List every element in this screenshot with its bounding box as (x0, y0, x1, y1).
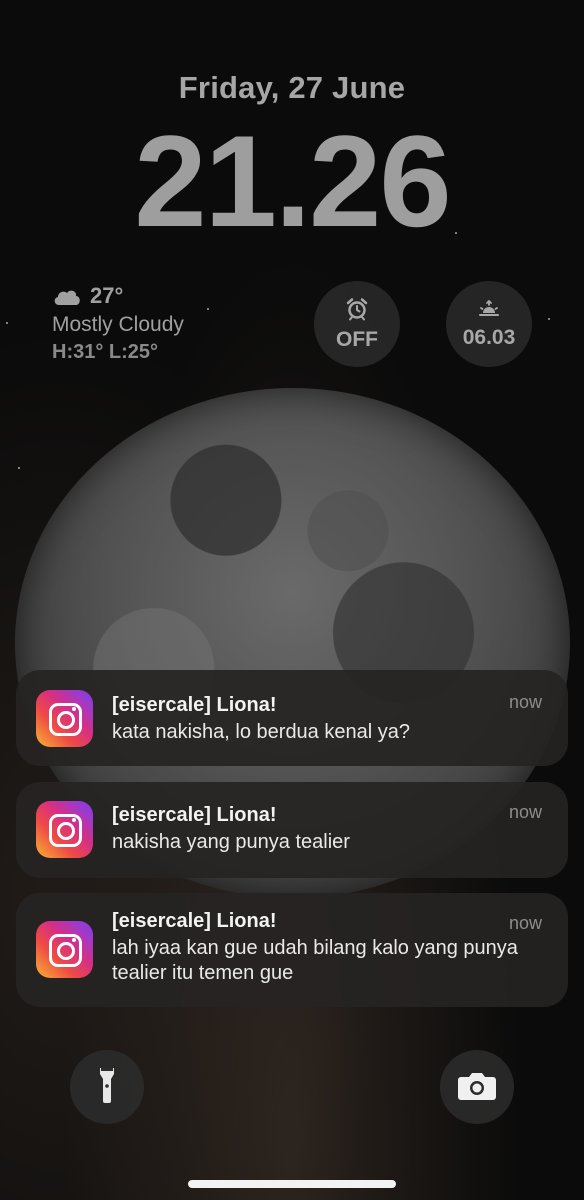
notification-title: [eisercale] Liona! (112, 694, 277, 716)
notification-card[interactable]: [eisercale] Liona! kata nakisha, lo berd… (16, 670, 568, 766)
notification-title: [eisercale] Liona! (112, 804, 277, 826)
notification-time: now (508, 913, 542, 933)
notification-body: kata nakisha, lo berdua kenal ya? (112, 721, 410, 743)
notification-time: now (508, 802, 542, 822)
lockscreen-clock[interactable]: 21.26 (0, 116, 584, 246)
weather-condition: Mostly Cloudy (52, 313, 184, 336)
home-indicator[interactable] (188, 1180, 396, 1188)
notification-card[interactable]: [eisercale] Liona! lah iyaa kan gue udah… (16, 893, 568, 1007)
sunrise-icon (477, 299, 501, 324)
star (18, 467, 20, 469)
instagram-icon (36, 921, 93, 978)
notification-title: [eisercale] Liona! (112, 910, 277, 932)
star (6, 322, 8, 324)
star (207, 308, 209, 310)
sunrise-time: 06.03 (462, 325, 516, 349)
notification-body: lah iyaa kan gue udah bilang kalo yang p… (112, 937, 518, 984)
alarm-clock-icon (345, 297, 369, 326)
alarm-status: OFF (336, 327, 378, 351)
camera-button[interactable] (440, 1050, 514, 1124)
alarm-widget[interactable]: OFF (314, 281, 400, 367)
instagram-icon (36, 690, 93, 747)
weather-temperature: 27° (90, 283, 124, 308)
sunrise-widget[interactable]: 06.03 (446, 281, 532, 367)
instagram-icon (36, 801, 93, 858)
star (548, 318, 550, 320)
cloud-icon (52, 286, 82, 306)
weather-widget[interactable]: 27° Mostly Cloudy H:31° L:25° (52, 283, 184, 364)
notification-card[interactable]: [eisercale] Liona! nakisha yang punya te… (16, 782, 568, 878)
flashlight-icon (97, 1065, 117, 1110)
weather-high-low: H:31° L:25° (52, 341, 159, 363)
flashlight-button[interactable] (70, 1050, 144, 1124)
notification-time: now (508, 692, 542, 712)
notification-body: nakisha yang punya tealier (112, 831, 350, 853)
camera-icon (458, 1070, 496, 1105)
lockscreen-date[interactable]: Friday, 27 June (0, 70, 584, 106)
